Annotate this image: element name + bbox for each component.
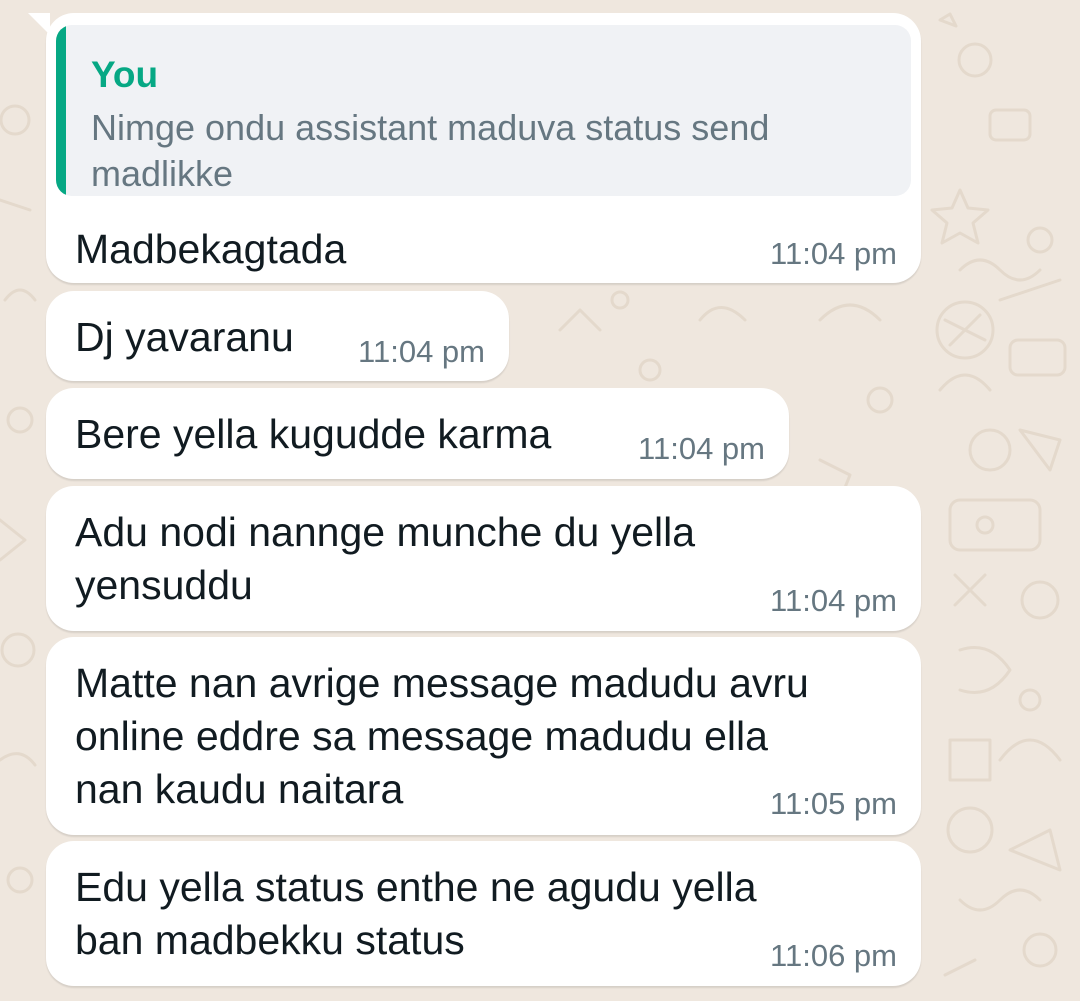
message-text: Matte nan avrige message madudu avru onl…: [75, 660, 809, 812]
bubble-tail: [28, 13, 50, 35]
message-timestamp: 11:04 pm: [358, 334, 485, 369]
message-timestamp: 11:04 pm: [770, 583, 897, 618]
message-timestamp: 11:04 pm: [638, 431, 765, 466]
quote-accent-bar: [56, 25, 66, 196]
message-text: Edu yella status enthe ne agudu yella ba…: [75, 864, 757, 963]
message-bubble-4[interactable]: Adu nodi nannge munche du yella yensuddu…: [46, 486, 921, 631]
message-timestamp: 11:05 pm: [770, 786, 897, 821]
message-bubble-6[interactable]: Edu yella status enthe ne agudu yella ba…: [46, 841, 921, 986]
message-timestamp: 11:04 pm: [770, 236, 897, 271]
quoted-reply[interactable]: You Nimge ondu assistant maduva status s…: [56, 25, 911, 196]
message-text: Adu nodi nannge munche du yella yensuddu: [75, 509, 696, 608]
message-text: Bere yella kugudde karma: [75, 411, 552, 457]
message-bubble-3[interactable]: Bere yella kugudde karma 11:04 pm: [46, 388, 789, 479]
quoted-author: You: [91, 54, 159, 95]
message-bubble-5[interactable]: Matte nan avrige message madudu avru onl…: [46, 637, 921, 835]
message-text: Dj yavaranu: [75, 314, 294, 360]
quoted-text: Nimge ondu assistant maduva status send …: [91, 107, 770, 194]
message-bubble-1[interactable]: You Nimge ondu assistant maduva status s…: [28, 13, 921, 283]
message-timestamp: 11:06 pm: [770, 938, 897, 973]
message-bubble-2[interactable]: Dj yavaranu 11:04 pm: [46, 291, 509, 381]
message-text: Madbekagtada: [75, 226, 347, 272]
